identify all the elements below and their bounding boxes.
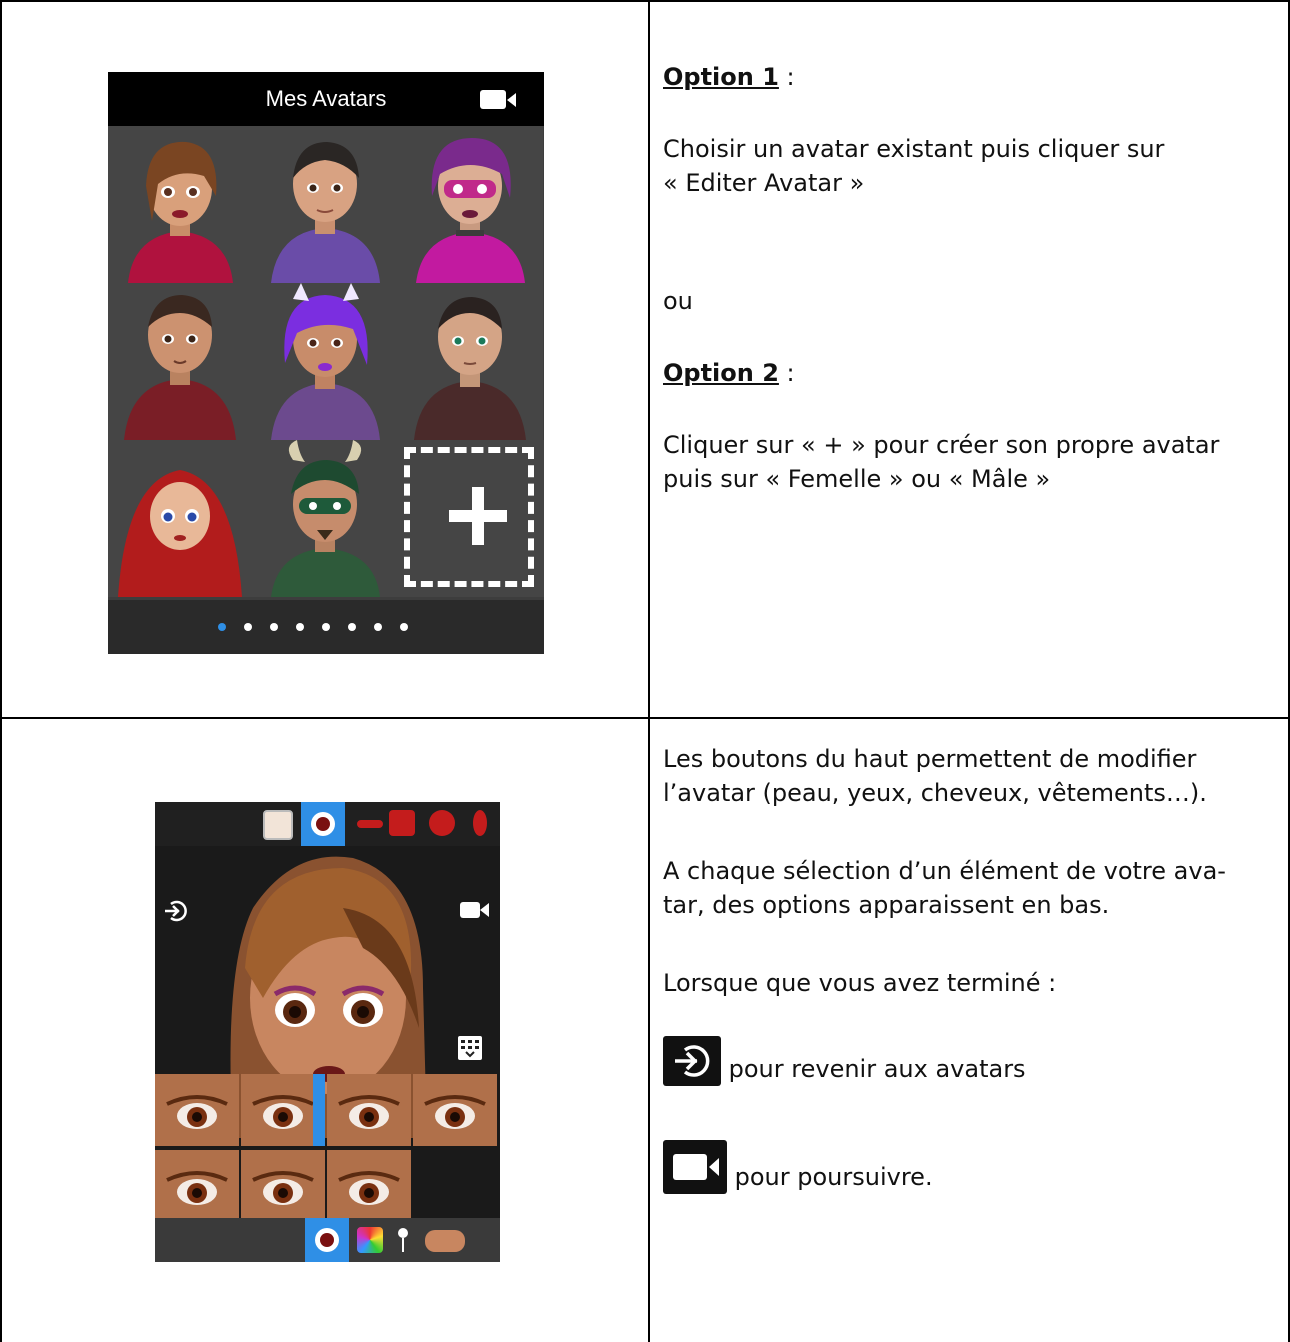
- color-picker-icon[interactable]: [357, 1227, 383, 1253]
- options-grid-icon[interactable]: [458, 1036, 482, 1060]
- video-camera-icon: [663, 1140, 727, 1194]
- finished-note: Lorsque que vous avez terminé :: [663, 966, 1263, 1000]
- eye-style-option[interactable]: [155, 1150, 239, 1222]
- eye-style-option[interactable]: [413, 1074, 497, 1146]
- option-1-label: Option 1: [663, 63, 779, 91]
- avatar-tile[interactable]: [398, 283, 543, 440]
- option-2-line-1: Cliquer sur « + » pour créer son propre …: [663, 431, 1220, 459]
- instructions-option-2: Option 2 :: [663, 356, 1263, 390]
- top-bar: Mes Avatars: [108, 72, 544, 126]
- face-shape-category-icon[interactable]: [429, 810, 455, 836]
- option-2-label: Option 2: [663, 359, 779, 387]
- eye-options-grid: [155, 1074, 500, 1224]
- table-border-top: [0, 0, 1290, 2]
- page-dot[interactable]: [270, 623, 278, 631]
- page-dot[interactable]: [244, 623, 252, 631]
- editor-options-note: A chaque sélection d’un élément de votre…: [663, 854, 1263, 922]
- finished-text: Lorsque que vous avez terminé :: [663, 969, 1057, 997]
- screen-title: Mes Avatars: [265, 86, 387, 111]
- avatar-editor-screenshot: [155, 802, 500, 1262]
- continue-instruction: pour poursuivre.: [663, 1140, 1263, 1194]
- page-dot[interactable]: [296, 623, 304, 631]
- page-indicator: [108, 600, 544, 654]
- option-1-description: Choisir un avatar existant puis cliquer …: [663, 132, 1263, 200]
- back-icon[interactable]: [163, 898, 189, 924]
- sub-option-bar: [155, 1218, 500, 1262]
- avatar-tile[interactable]: [108, 440, 253, 597]
- option-1-line-1: Choisir un avatar existant puis cliquer …: [663, 135, 1165, 163]
- editor-intro-line-1: Les boutons du haut permettent de modifi…: [663, 745, 1197, 773]
- slider-option-icon[interactable]: [395, 1227, 411, 1253]
- page-dot[interactable]: [348, 623, 356, 631]
- table-row-divider: [0, 717, 1290, 719]
- eye-option-icon[interactable]: [305, 1218, 349, 1262]
- instructions-option-1: Option 1 :: [663, 60, 1263, 94]
- page-dot[interactable]: [322, 623, 330, 631]
- skin-palette-icon[interactable]: [263, 810, 293, 840]
- table-border-left: [0, 0, 2, 1342]
- avatar-tile[interactable]: [108, 283, 253, 440]
- editor-intro-line-2: l’avatar (peau, yeux, cheveux, vêtements…: [663, 779, 1207, 807]
- eye-style-option[interactable]: [241, 1150, 325, 1222]
- option-1-line-2: « Editer Avatar »: [663, 169, 865, 197]
- eye-style-option[interactable]: [327, 1074, 411, 1146]
- selected-option-indicator: [313, 1074, 325, 1146]
- or-text-block: ou: [663, 284, 1263, 318]
- editor-options-line-2: tar, des options apparaissent en bas.: [663, 891, 1110, 919]
- editor-options-line-1: A chaque sélection d’un élément de votre…: [663, 857, 1226, 885]
- eyebrow-option-icon[interactable]: [425, 1230, 465, 1252]
- option-2-description: Cliquer sur « + » pour créer son propre …: [663, 428, 1263, 496]
- more-category-icon[interactable]: [473, 810, 487, 836]
- page-dot[interactable]: [218, 623, 226, 631]
- avatar-tile[interactable]: [253, 283, 398, 440]
- eye-style-option[interactable]: [155, 1074, 239, 1146]
- avatar-tile[interactable]: [253, 440, 398, 597]
- category-toolbar: [155, 802, 500, 846]
- back-instruction-text: pour revenir aux avatars: [721, 1055, 1026, 1083]
- editor-intro: Les boutons du haut permettent de modifi…: [663, 742, 1263, 810]
- option-2-suffix: :: [778, 359, 795, 387]
- or-text: ou: [663, 287, 693, 315]
- page-dot[interactable]: [400, 623, 408, 631]
- avatar-gallery-screenshot: Mes Avatars: [108, 72, 544, 654]
- table-column-divider: [648, 0, 650, 1342]
- option-2-line-2: puis sur « Femelle » ou « Mâle »: [663, 465, 1051, 493]
- option-1-suffix: :: [778, 63, 795, 91]
- mouth-category-icon[interactable]: [357, 820, 383, 828]
- back-instruction: pour revenir aux avatars: [663, 1036, 1263, 1086]
- avatar-tile[interactable]: [398, 126, 543, 283]
- resize-category-icon[interactable]: [389, 810, 415, 836]
- avatar-tile[interactable]: [253, 126, 398, 283]
- avatar-tile[interactable]: [108, 126, 253, 283]
- back-icon: [663, 1036, 721, 1086]
- plus-icon-vertical[interactable]: [472, 487, 484, 545]
- eye-style-option[interactable]: [327, 1150, 411, 1222]
- page-dot[interactable]: [374, 623, 382, 631]
- eye-category-icon[interactable]: [301, 802, 345, 846]
- continue-instruction-text: pour poursuivre.: [727, 1163, 933, 1191]
